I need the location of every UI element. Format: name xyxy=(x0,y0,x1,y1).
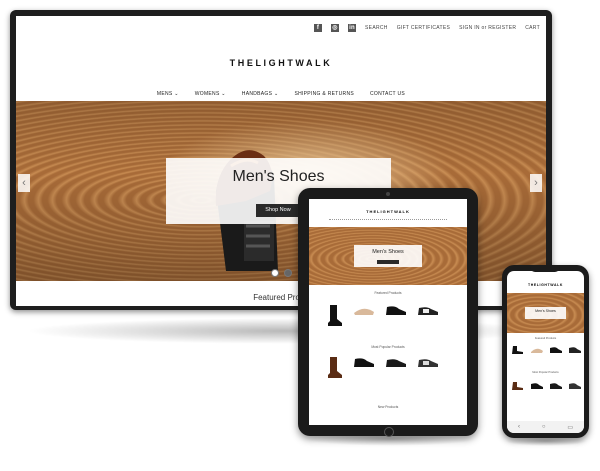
cart-link[interactable]: CART xyxy=(525,25,540,31)
nav-item-womens[interactable]: WOMENS ⌄ xyxy=(195,91,226,97)
phone-product-insole-image[interactable] xyxy=(530,345,544,354)
nav-item-mens[interactable]: MENS ⌄ xyxy=(157,91,179,97)
product-derby-image[interactable] xyxy=(385,303,407,317)
tablet-camera-icon xyxy=(386,192,390,196)
carousel-next-icon[interactable]: › xyxy=(530,174,542,192)
phone-notch xyxy=(530,266,560,272)
tablet-row-1 xyxy=(327,303,439,327)
phone-product-brown-boot-image[interactable] xyxy=(511,381,525,390)
phone-product-loafer-image[interactable] xyxy=(549,381,563,390)
phone-row-2 xyxy=(511,381,582,390)
phone-section-featured: Featured Products xyxy=(534,337,557,340)
phone-product-derby-image[interactable] xyxy=(549,345,563,354)
utility-bar: f ◎ in SEARCH GIFT CERTIFICATES SIGN IN … xyxy=(314,24,540,32)
phone-browser-bar: ‹ ○ ▭ xyxy=(507,421,584,433)
product-boot-image[interactable] xyxy=(327,303,343,327)
tabs-icon[interactable]: ▭ xyxy=(567,424,573,431)
phone-product-boot-image[interactable] xyxy=(511,345,525,354)
nav-item-contact[interactable]: CONTACT US xyxy=(370,91,405,97)
product-black-oxford-image[interactable] xyxy=(353,355,375,369)
tablet-screen: THELIGHTWALK Men's Shoes Featured Produc… xyxy=(309,199,467,425)
phone-hero-title: Men's Shoes xyxy=(535,309,556,313)
product-spectator-image[interactable] xyxy=(417,303,439,317)
facebook-icon[interactable]: f xyxy=(314,24,323,32)
phone-product-oxford-image[interactable] xyxy=(530,381,544,390)
linkedin-icon[interactable]: in xyxy=(348,24,357,32)
carousel-dot-2[interactable] xyxy=(284,269,292,277)
tablet-section-popular: Most Popular Products xyxy=(371,345,405,349)
phone-product-two-tone-image[interactable] xyxy=(568,381,582,390)
home-icon[interactable]: ○ xyxy=(542,424,546,430)
shop-now-button[interactable]: Shop Now xyxy=(256,204,300,217)
product-two-tone-image[interactable] xyxy=(417,355,439,369)
tablet-shop-button[interactable] xyxy=(377,260,399,264)
brand-logo[interactable]: THELIGHTWALK xyxy=(16,58,546,68)
tablet-brand[interactable]: THELIGHTWALK xyxy=(309,209,467,214)
tablet-row-2 xyxy=(327,355,439,379)
main-nav: MENS ⌄ WOMENS ⌄ HANDBAGS ⌄ SHIPPING & RE… xyxy=(16,91,546,97)
tablet-section-new: New Products xyxy=(377,405,399,409)
phone-section-popular: Most Popular Products xyxy=(532,371,559,374)
phone-product-spectator-image[interactable] xyxy=(568,345,582,354)
phone-brand[interactable]: THELIGHTWALK xyxy=(507,283,584,287)
tablet-home-button[interactable] xyxy=(384,427,394,437)
instagram-icon[interactable]: ◎ xyxy=(331,24,340,32)
phone-row-1 xyxy=(511,345,582,354)
carousel-dot-1[interactable] xyxy=(271,269,279,277)
or-text: or xyxy=(481,25,487,31)
gift-certificates-link[interactable]: GIFT CERTIFICATES xyxy=(397,25,450,31)
tablet-hero-title: Men's Shoes xyxy=(372,249,404,255)
nav-item-shipping[interactable]: SHIPPING & RETURNS xyxy=(294,91,354,97)
tablet-section-featured: Featured Products xyxy=(374,291,402,295)
product-insole-image[interactable] xyxy=(353,303,375,317)
product-brown-boot-image[interactable] xyxy=(327,355,343,379)
product-loafer-image[interactable] xyxy=(385,355,407,369)
carousel-prev-icon[interactable]: ‹ xyxy=(18,174,30,192)
hero-title: Men's Shoes xyxy=(232,168,325,185)
phone-screen: THELIGHTWALK Men's Shoes Featured Produc… xyxy=(507,271,584,433)
nav-item-handbags[interactable]: HANDBAGS ⌄ xyxy=(242,91,279,97)
account-links: SIGN IN or REGISTER xyxy=(459,25,516,31)
tablet-nav xyxy=(329,219,447,222)
back-icon[interactable]: ‹ xyxy=(518,424,520,430)
sign-in-link[interactable]: SIGN IN xyxy=(459,25,480,31)
carousel-dots xyxy=(271,269,292,277)
register-link[interactable]: REGISTER xyxy=(488,25,516,31)
search-link[interactable]: SEARCH xyxy=(365,25,388,31)
